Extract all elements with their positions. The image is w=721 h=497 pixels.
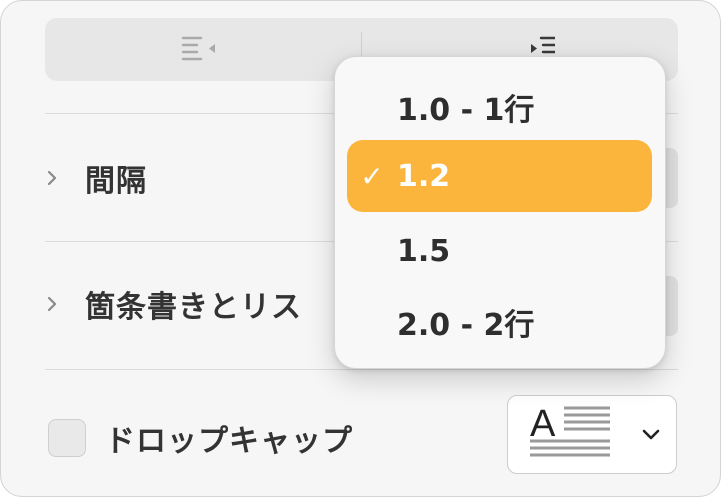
- drop-cap-style-popup[interactable]: A: [507, 395, 677, 474]
- chevron-down-icon: [642, 429, 660, 440]
- bullets-lists-section-label: 箇条書きとリス: [85, 290, 302, 325]
- drop-cap-preview-letter: A: [530, 403, 556, 445]
- drop-cap-checkbox[interactable]: [48, 419, 86, 457]
- menu-item-label: 2.0 - 2行: [397, 308, 535, 343]
- drop-cap-label: ドロップキャップ: [105, 424, 353, 459]
- decrease-indent-icon: [181, 36, 215, 61]
- menu-item-1-0[interactable]: 1.0 - 1行: [347, 71, 652, 143]
- chevron-right-icon: [45, 294, 59, 314]
- divider: [45, 369, 678, 370]
- menu-item-1-5[interactable]: 1.5: [347, 215, 652, 287]
- menu-item-label: 1.0 - 1行: [397, 93, 535, 128]
- spacing-section-label: 間隔: [85, 164, 147, 199]
- menu-item-2-0[interactable]: 2.0 - 2行: [347, 286, 652, 358]
- checkmark-icon: ✓: [360, 159, 384, 193]
- menu-item-label: 1.5: [397, 233, 451, 269]
- drop-cap-preview-icon: A: [530, 403, 660, 457]
- line-spacing-menu: 1.0 - 1行 ✓ 1.2 1.5 2.0 - 2行: [334, 56, 666, 369]
- format-panel: 間隔 箇条書きとリス ドロップキャップ A 1.0 - 1行 ✓ 1.2 1.5…: [0, 0, 721, 497]
- bullets-lists-section-header[interactable]: 箇条書きとリス: [45, 282, 302, 326]
- menu-item-label: 1.2: [397, 158, 451, 194]
- spacing-section-header[interactable]: 間隔: [45, 156, 147, 200]
- menu-item-1-2[interactable]: ✓ 1.2: [347, 140, 652, 212]
- chevron-right-icon: [45, 168, 59, 188]
- decrease-indent-button[interactable]: [175, 32, 235, 68]
